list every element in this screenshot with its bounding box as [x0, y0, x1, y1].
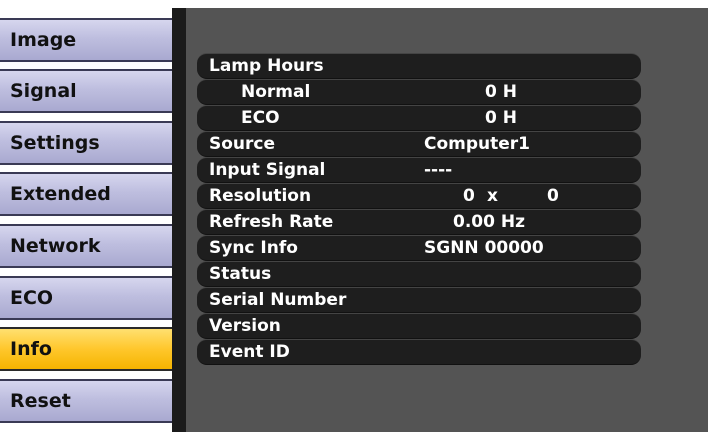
resolution-width: 0 — [463, 186, 475, 206]
serial-number-label: Serial Number — [209, 290, 347, 310]
event-id-label: Event ID — [209, 342, 290, 362]
menu-item-image[interactable]: Image — [0, 18, 182, 62]
sync-info-value: SGNN 00000 — [424, 238, 544, 258]
input-signal-value: ---- — [424, 160, 453, 180]
menu-item-signal[interactable]: Signal — [0, 69, 182, 113]
menu-item-settings[interactable]: Settings — [0, 121, 182, 165]
version-label: Version — [209, 316, 281, 336]
menu-item-info[interactable]: Info — [0, 327, 182, 371]
normal-value: 0 H — [485, 82, 517, 102]
info-row-normal: Normal 0 H — [197, 79, 641, 105]
menu-item-network[interactable]: Network — [0, 224, 182, 268]
info-row-serial-number: Serial Number — [197, 287, 641, 313]
info-row-input-signal: Input Signal ---- — [197, 157, 641, 183]
input-signal-label: Input Signal — [209, 160, 326, 180]
info-row-refresh-rate: Refresh Rate 0.00 Hz — [197, 209, 641, 235]
info-row-version: Version — [197, 313, 641, 339]
info-row-eco: ECO 0 H — [197, 105, 641, 131]
info-row-lamp-hours: Lamp Hours — [197, 53, 641, 79]
source-value: Computer1 — [424, 134, 531, 154]
menu-item-extended[interactable]: Extended — [0, 172, 182, 216]
refresh-rate-value: 0.00 Hz — [453, 212, 525, 232]
info-row-status: Status — [197, 261, 641, 287]
menu-item-eco[interactable]: ECO — [0, 276, 182, 320]
eco-value: 0 H — [485, 108, 517, 128]
source-label: Source — [209, 134, 276, 154]
resolution-separator: x — [487, 186, 498, 206]
refresh-rate-label: Refresh Rate — [209, 212, 334, 232]
menu-item-reset[interactable]: Reset — [0, 379, 182, 423]
status-label: Status — [209, 264, 272, 284]
normal-label: Normal — [241, 82, 311, 102]
lamp-hours-label: Lamp Hours — [209, 56, 324, 76]
info-row-resolution: Resolution 0 x 0 — [197, 183, 641, 209]
eco-label: ECO — [241, 108, 280, 128]
info-row-event-id: Event ID — [197, 339, 641, 365]
resolution-label: Resolution — [209, 186, 312, 206]
panel-edge — [172, 8, 186, 432]
sync-info-label: Sync Info — [209, 238, 298, 258]
info-list: Lamp Hours Normal 0 H ECO 0 H Source Com… — [197, 53, 641, 365]
info-row-source: Source Computer1 — [197, 131, 641, 157]
resolution-height: 0 — [547, 186, 559, 206]
info-row-sync-info: Sync Info SGNN 00000 — [197, 235, 641, 261]
settings-menu: Image Signal Settings Extended Network E… — [0, 0, 186, 432]
